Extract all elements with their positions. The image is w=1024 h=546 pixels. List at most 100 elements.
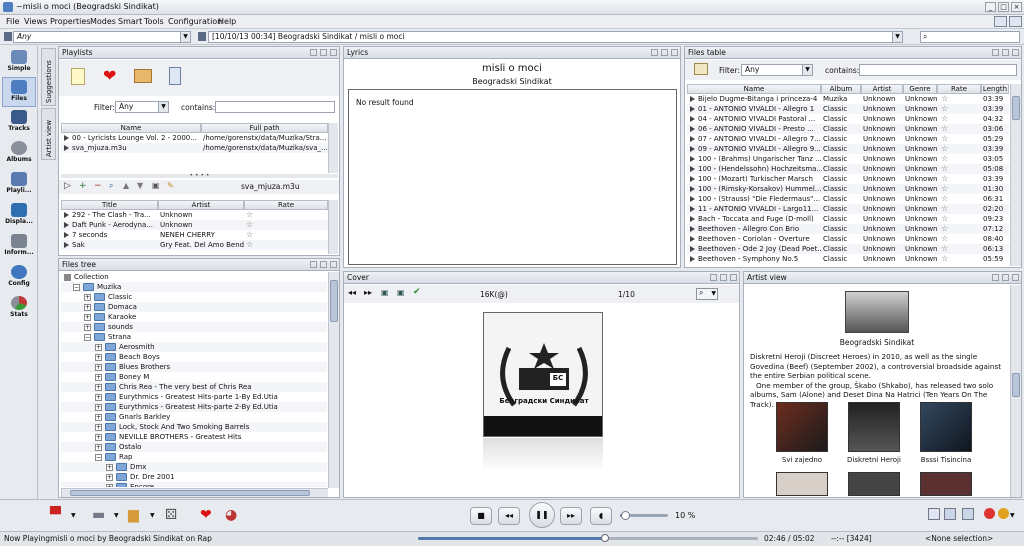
tree-item[interactable]: + Encore (61, 482, 327, 487)
maximize-icon[interactable] (671, 49, 678, 56)
menu-smart[interactable]: Smart (118, 17, 142, 26)
maximize-icon[interactable] (330, 261, 337, 268)
column-header-length[interactable]: Length (981, 84, 1009, 94)
clear-icon[interactable]: ✎ (167, 181, 174, 190)
box-icon[interactable]: ▆ (128, 507, 139, 523)
tree-root[interactable]: Collection (61, 272, 327, 282)
archive-box-icon[interactable] (134, 69, 152, 83)
splitter-handle[interactable]: • • • • (61, 173, 338, 179)
tree-item[interactable]: + Gnarls Barkley (61, 412, 327, 422)
column-header-title[interactable]: Title (61, 200, 158, 210)
float-icon[interactable] (1002, 274, 1009, 281)
expand-icon[interactable]: + (95, 403, 102, 411)
float-icon[interactable] (661, 49, 668, 56)
next-button[interactable]: ▸▸ (560, 507, 582, 525)
table-row[interactable]: 7 seconds NENEH CHERRY ☆ (61, 230, 328, 240)
perspective-simple[interactable]: Simple (2, 48, 36, 78)
star-icon[interactable]: ☆ (941, 114, 948, 124)
expand-icon[interactable]: + (106, 483, 113, 487)
play-icon[interactable]: ▷ (64, 181, 71, 191)
star-icon[interactable]: ☆ (941, 234, 948, 244)
pin-icon[interactable] (992, 49, 999, 56)
star-icon[interactable]: ☆ (941, 224, 948, 234)
star-icon[interactable]: ☆ (941, 124, 948, 134)
float-icon[interactable] (320, 261, 327, 268)
star-icon[interactable]: ☆ (941, 104, 948, 114)
album-thumbnail[interactable] (920, 402, 972, 452)
table-row[interactable]: Sak Gry Feat. Del Amo Bend ☆ (61, 240, 328, 250)
star-icon[interactable]: ☆ (941, 204, 948, 214)
maximize-icon[interactable] (330, 49, 337, 56)
previous-cover-icon[interactable]: ◂◂ (348, 288, 356, 297)
perspective-stats[interactable]: Stats (2, 294, 36, 324)
star-icon[interactable]: ☆ (941, 174, 948, 184)
star-icon[interactable]: ☆ (941, 184, 948, 194)
table-row[interactable]: Bach - Toccata and Fuge (D-moll) Classic U… (687, 214, 1009, 224)
collapse-icon[interactable]: − (95, 453, 102, 461)
collapse-icon[interactable]: − (73, 283, 80, 291)
tree-scrollbar[interactable] (328, 272, 339, 488)
tv-mode-icon[interactable]: ▀ (50, 507, 61, 523)
pin-icon[interactable] (310, 49, 317, 56)
tracks-scrollbar[interactable] (328, 200, 338, 254)
tree-item[interactable]: + Eurythmics - Greatest Hits-parte 2-By E… (61, 402, 327, 412)
tree-item[interactable]: + Blues Brothers (61, 362, 327, 372)
album-title[interactable]: Diskretni Heroji (840, 456, 908, 464)
maximize-icon[interactable] (730, 274, 737, 281)
tree-item[interactable]: + Aerosmith (61, 342, 327, 352)
pin-icon[interactable] (651, 49, 658, 56)
table-row[interactable]: 04 - ANTONIO VIVALDI Pastoral ... Classic… (687, 114, 1009, 124)
tree-item[interactable]: + Ostalo (61, 442, 327, 452)
expand-icon[interactable]: + (95, 363, 102, 371)
table-row[interactable]: 292 - The Clash - Tra... Unknown ☆ (61, 210, 328, 220)
collapse-icon[interactable]: − (84, 333, 91, 341)
table-row[interactable]: Beethoven - Coriolan - Overture Classic Un… (687, 234, 1009, 244)
playlist-contains-input[interactable] (215, 101, 335, 113)
search-input[interactable]: ⌕ (920, 31, 1020, 43)
expand-icon[interactable]: + (84, 323, 91, 331)
tree-item[interactable]: + Domaca (61, 302, 327, 312)
edit-tags-icon[interactable] (694, 63, 708, 75)
float-icon[interactable] (720, 274, 727, 281)
playlist-filter-select[interactable]: Any ▼ (115, 101, 169, 113)
tree-item[interactable]: − Strana (61, 332, 327, 342)
table-row[interactable]: 100 - (Mozart) Turkischer Marsch Classic U… (687, 174, 1009, 184)
device-icon[interactable]: ▬ (92, 507, 105, 523)
chevron-down-icon[interactable]: ▼ (114, 512, 119, 519)
perspective-information[interactable]: Inform... (2, 232, 36, 262)
tree-item[interactable]: + Classic (61, 292, 327, 302)
delete-cover-icon[interactable]: ▣ (397, 288, 405, 297)
tree-item[interactable]: + Dr. Dre 2001 (61, 472, 327, 482)
menu-views[interactable]: Views (24, 17, 47, 26)
minimize-button[interactable]: _ (985, 2, 996, 12)
table-row[interactable]: 100 - (Hendelssohn) Hochzeitsma... Classi… (687, 164, 1009, 174)
osd-icon[interactable] (928, 508, 940, 520)
table-row[interactable]: 100 - (Rimsky-Korsakov) Hummel... Classic… (687, 184, 1009, 194)
table-row[interactable]: Daft Punk - Aerodyna... Unknown ☆ (61, 220, 328, 230)
scroll-thumb[interactable] (1012, 373, 1020, 397)
scroll-thumb[interactable] (1012, 96, 1020, 120)
add-icon[interactable]: + (79, 181, 87, 191)
table-row[interactable]: 00 - Lyricists Lounge Vol. 2 - 2000... /h… (61, 133, 328, 143)
star-icon[interactable]: ☆ (246, 210, 253, 220)
table-row[interactable]: sva_mjuza.m3u/home/gorenstx/data/Muzika/… (61, 143, 328, 153)
move-up-icon[interactable]: ▲ (123, 181, 129, 190)
tray-icon[interactable] (944, 508, 956, 520)
scroll-thumb[interactable] (330, 280, 338, 322)
tree-hscrollbar[interactable] (61, 488, 328, 497)
chevron-down-icon[interactable]: ▼ (71, 512, 76, 519)
star-icon[interactable]: ☆ (941, 164, 948, 174)
star-icon[interactable]: ☆ (941, 194, 948, 204)
column-header-path[interactable]: Full path (201, 123, 328, 133)
tree-item[interactable]: + Chris Rea - The very best of Chris Rea (61, 382, 327, 392)
ambience-select[interactable]: Any ▼ (13, 31, 191, 43)
favorites-heart-icon[interactable]: ❤ (103, 66, 116, 85)
expand-icon[interactable]: + (95, 393, 102, 401)
tree-item[interactable]: + Lock, Stock And Two Smoking Barrels (61, 422, 327, 432)
table-row[interactable]: 06 - ANTONIO VIVALDI - Presto ... Classic… (687, 124, 1009, 134)
shuffle-dice-icon[interactable]: ⚄ (165, 507, 177, 523)
tree-item[interactable]: + NEVILLE BROTHERS - Greatest Hits (61, 432, 327, 442)
warning-icon[interactable] (998, 508, 1009, 519)
table-row[interactable]: Beethoven - Ode 2 Joy (Dead Poet... Class… (687, 244, 1009, 254)
chevron-down-icon[interactable]: ▼ (1010, 512, 1015, 519)
